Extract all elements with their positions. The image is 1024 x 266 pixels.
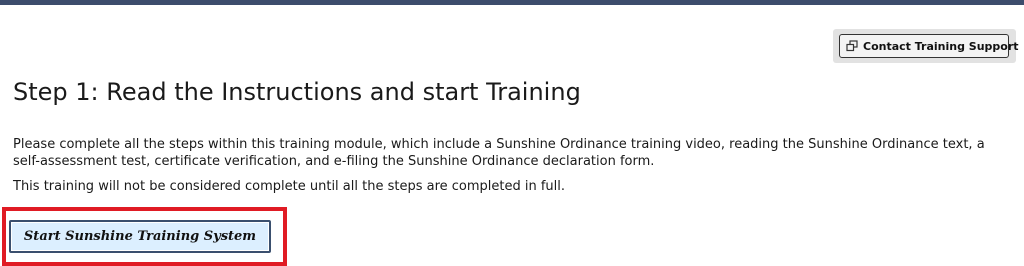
contact-training-support-button[interactable]: Contact Training Support xyxy=(839,34,1019,58)
instructions-text: Please complete all the steps within thi… xyxy=(13,137,985,169)
contact-training-support-label: Contact Training Support xyxy=(863,39,1019,53)
external-window-icon xyxy=(846,40,858,52)
completion-note: This training will not be considered com… xyxy=(13,179,566,194)
start-sunshine-training-button[interactable]: Start Sunshine Training System xyxy=(9,220,271,253)
page-title: Step 1: Read the Instructions and start … xyxy=(13,78,581,106)
top-banner-bar xyxy=(0,0,1024,5)
support-button-container: Contact Training Support xyxy=(833,29,1019,63)
